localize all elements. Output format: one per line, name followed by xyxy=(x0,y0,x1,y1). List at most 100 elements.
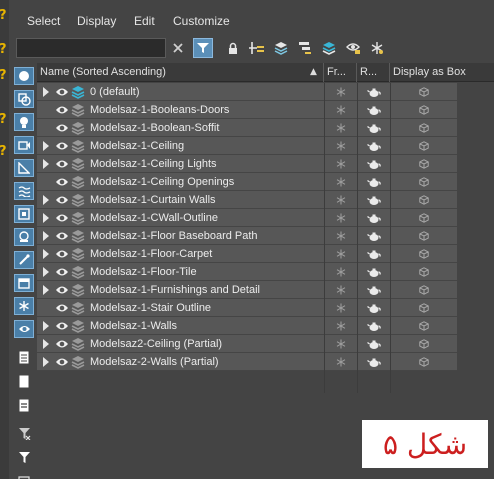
render-toggle[interactable] xyxy=(357,299,390,317)
visibility-eye-icon[interactable] xyxy=(55,104,69,116)
display-as-box-toggle[interactable] xyxy=(390,101,457,119)
visibility-eye-icon[interactable] xyxy=(55,86,69,98)
containers-filter-icon[interactable] xyxy=(14,274,34,292)
visibility-eye-icon[interactable] xyxy=(55,140,69,152)
help-icon[interactable]: ? xyxy=(0,144,7,159)
freeze-toggle[interactable] xyxy=(324,353,357,371)
render-toggle[interactable] xyxy=(357,83,390,101)
display-as-box-toggle[interactable] xyxy=(390,137,457,155)
layer-name[interactable]: Modelsaz-1-Booleans-Doors xyxy=(90,101,229,119)
display-as-box-toggle[interactable] xyxy=(390,335,457,353)
freeze-toggle[interactable] xyxy=(324,101,357,119)
expand-arrow-icon[interactable] xyxy=(43,141,49,151)
search-input[interactable] xyxy=(16,38,166,58)
render-toggle[interactable] xyxy=(357,335,390,353)
layer-name[interactable]: Modelsaz-1-Floor-Tile xyxy=(90,263,197,281)
freeze-toggle[interactable] xyxy=(324,317,357,335)
render-toggle[interactable] xyxy=(357,191,390,209)
table-row[interactable]: Modelsaz-1-Curtain Walls xyxy=(37,191,457,209)
freeze-toggle[interactable] xyxy=(324,263,357,281)
freeze-toggle[interactable] xyxy=(324,191,357,209)
hidden-filter-icon[interactable] xyxy=(14,320,34,338)
render-toggle[interactable] xyxy=(357,119,390,137)
clear-search-icon[interactable] xyxy=(168,38,188,58)
layer-name[interactable]: Modelsaz-1-Ceiling Openings xyxy=(90,173,234,191)
visibility-eye-icon[interactable] xyxy=(55,302,69,314)
table-row[interactable]: Modelsaz-1-Stair Outline xyxy=(37,299,457,317)
render-toggle[interactable] xyxy=(357,281,390,299)
visibility-eye-icon[interactable] xyxy=(55,122,69,134)
document-icon[interactable] xyxy=(14,396,34,414)
display-as-box-toggle[interactable] xyxy=(390,191,457,209)
filter-toggle-icon[interactable] xyxy=(14,424,34,442)
menu-display[interactable]: Display xyxy=(77,14,116,28)
table-row[interactable]: Modelsaz-1-Boolean-Soffit xyxy=(37,119,457,137)
layer-name[interactable]: Modelsaz-1-CWall-Outline xyxy=(90,209,218,227)
geometry-filter-icon[interactable] xyxy=(14,67,34,85)
freeze-toggle[interactable] xyxy=(324,227,357,245)
display-as-box-toggle[interactable] xyxy=(390,353,457,371)
column-renderable[interactable]: R... xyxy=(357,63,390,82)
table-row[interactable]: Modelsaz2-Ceiling (Partial) xyxy=(37,335,457,353)
visibility-eye-icon[interactable] xyxy=(55,194,69,206)
layer-name[interactable]: 0 (default) xyxy=(90,83,140,101)
table-row[interactable]: Modelsaz-2-Walls (Partial) xyxy=(37,353,457,371)
expand-arrow-icon[interactable] xyxy=(43,321,49,331)
display-as-box-toggle[interactable] xyxy=(390,155,457,173)
layer-name[interactable]: Modelsaz-2-Walls (Partial) xyxy=(90,353,219,371)
layer-name[interactable]: Modelsaz-1-Ceiling xyxy=(90,137,184,155)
highlight-icon[interactable] xyxy=(343,38,363,58)
render-toggle[interactable] xyxy=(357,263,390,281)
freeze-toggle[interactable] xyxy=(324,299,357,317)
freeze-toggle[interactable] xyxy=(324,335,357,353)
freeze-toggle[interactable] xyxy=(324,281,357,299)
layer-name[interactable]: Modelsaz-1-Floor-Carpet xyxy=(90,245,212,263)
expand-arrow-icon[interactable] xyxy=(43,339,49,349)
table-row[interactable]: Modelsaz-1-CWall-Outline xyxy=(37,209,457,227)
table-row[interactable]: Modelsaz-1-Ceiling Lights xyxy=(37,155,457,173)
visibility-eye-icon[interactable] xyxy=(55,212,69,224)
render-toggle[interactable] xyxy=(357,137,390,155)
table-row[interactable]: Modelsaz-1-Floor-Carpet xyxy=(37,245,457,263)
lock-icon[interactable] xyxy=(223,38,243,58)
layer-name[interactable]: Modelsaz-1-Furnishings and Detail xyxy=(90,281,260,299)
help-icon[interactable]: ? xyxy=(0,42,7,57)
spacewarps-filter-icon[interactable] xyxy=(14,182,34,200)
table-row[interactable]: Modelsaz-1-Furnishings and Detail xyxy=(37,281,457,299)
display-as-box-toggle[interactable] xyxy=(390,317,457,335)
filter-icon[interactable] xyxy=(193,38,213,58)
layer-name[interactable]: Modelsaz-1-Floor Baseboard Path xyxy=(90,227,258,245)
layer-stack-icon[interactable] xyxy=(319,38,339,58)
groups-filter-icon[interactable] xyxy=(14,205,34,223)
freeze-icon[interactable] xyxy=(367,38,387,58)
render-toggle[interactable] xyxy=(357,317,390,335)
display-as-box-toggle[interactable] xyxy=(390,209,457,227)
freeze-toggle[interactable] xyxy=(324,119,357,137)
expand-arrow-icon[interactable] xyxy=(43,159,49,169)
visibility-eye-icon[interactable] xyxy=(55,266,69,278)
render-toggle[interactable] xyxy=(357,227,390,245)
help-icon[interactable]: ? xyxy=(0,8,7,23)
render-toggle[interactable] xyxy=(357,245,390,263)
freeze-toggle[interactable] xyxy=(324,137,357,155)
table-row[interactable]: Modelsaz-1-Ceiling Openings xyxy=(37,173,457,191)
layers-icon[interactable] xyxy=(271,38,291,58)
help-icon[interactable]: ? xyxy=(0,112,7,127)
expand-arrow-icon[interactable] xyxy=(43,195,49,205)
table-row[interactable]: Modelsaz-1-Floor-Tile xyxy=(37,263,457,281)
display-as-box-toggle[interactable] xyxy=(390,119,457,137)
visibility-eye-icon[interactable] xyxy=(55,338,69,350)
display-as-box-toggle[interactable] xyxy=(390,83,457,101)
column-frozen[interactable]: Fr... xyxy=(324,63,357,82)
table-row[interactable]: Modelsaz-1-Ceiling xyxy=(37,137,457,155)
layer-name[interactable]: Modelsaz-1-Boolean-Soffit xyxy=(90,119,219,137)
render-toggle[interactable] xyxy=(357,101,390,119)
layer-name[interactable]: Modelsaz2-Ceiling (Partial) xyxy=(90,335,222,353)
column-display-as-box[interactable]: Display as Box xyxy=(390,63,494,82)
freeze-toggle[interactable] xyxy=(324,83,357,101)
help-icon[interactable]: ? xyxy=(0,68,7,83)
frozen-filter-icon[interactable] xyxy=(14,297,34,315)
hierarchy-icon[interactable] xyxy=(295,38,315,58)
menu-customize[interactable]: Customize xyxy=(173,14,230,28)
cameras-filter-icon[interactable] xyxy=(14,136,34,154)
